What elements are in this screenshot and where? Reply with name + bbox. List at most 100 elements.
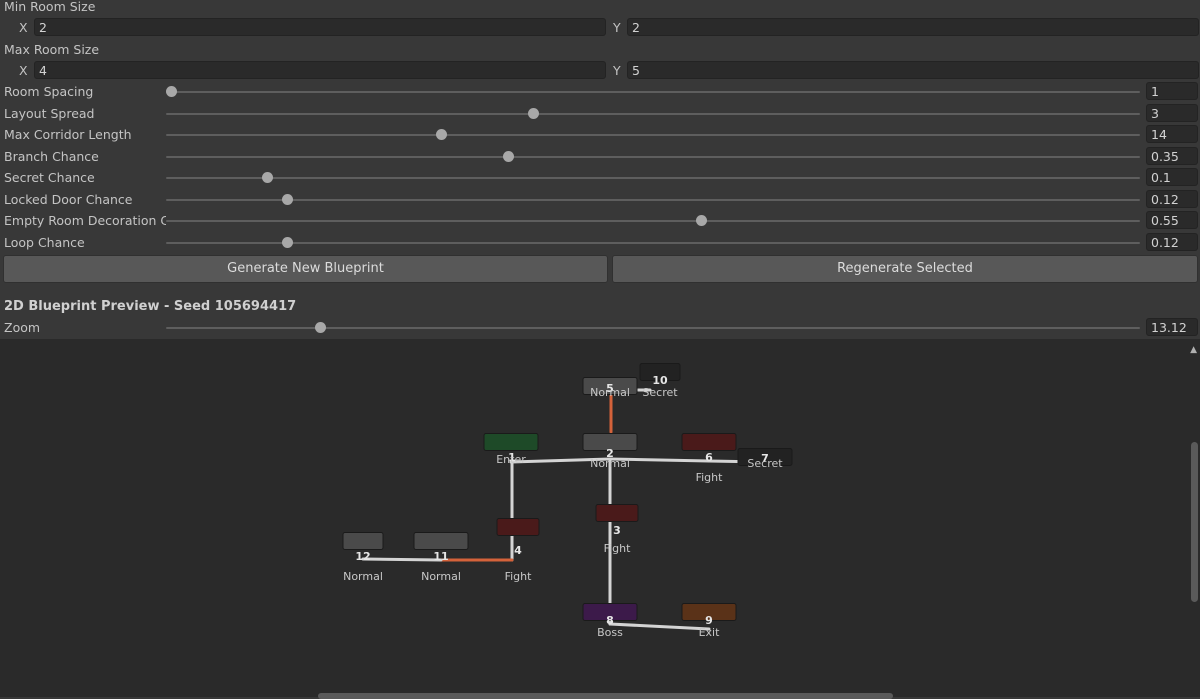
room-type-label: Normal: [421, 570, 461, 583]
preview-horizontal-scroll-thumb[interactable]: [318, 693, 893, 699]
room-number: 3: [613, 524, 621, 537]
corridor: [361, 557, 443, 562]
max-y-field[interactable]: 5: [627, 61, 1199, 79]
zoom-slider-track[interactable]: [166, 327, 1140, 329]
min-room-size-header: Min Room Size: [0, 0, 1200, 17]
slider-knob[interactable]: [262, 172, 274, 183]
blueprint-graph: 1Enter 2Normal3Fight4Fight5Normal6Fight7S…: [342, 363, 793, 640]
slider-knob[interactable]: [503, 151, 515, 162]
room-node-9[interactable]: 9Exit: [681, 603, 737, 640]
room-node-2[interactable]: 2Normal: [582, 433, 638, 471]
slider-track[interactable]: [166, 113, 1140, 115]
blueprint-preview-canvas[interactable]: 1 Enter 2 Normal 3 Fight 4 Fight 5 Normal 6 Fight 7 S…: [0, 339, 1200, 697]
slider-knob[interactable]: [281, 194, 293, 205]
slider-value-field[interactable]: 1: [1146, 82, 1198, 100]
slider-value-field[interactable]: 0.1: [1146, 168, 1198, 186]
room-node-6[interactable]: 6 Fight: [681, 433, 737, 485]
slider-label: Room Spacing: [4, 84, 94, 99]
slider-track[interactable]: [166, 242, 1140, 244]
room-box[interactable]: [496, 518, 540, 536]
slider-label: Layout Spread: [4, 106, 95, 121]
room-node-7[interactable]: 7Secret: [737, 448, 793, 471]
corridor: [608, 622, 711, 631]
room-number: 4: [514, 544, 522, 557]
max-x-field[interactable]: 4: [34, 61, 606, 79]
room-box[interactable]: [595, 504, 639, 522]
min-x-field[interactable]: 2: [34, 18, 606, 36]
slider-row: Empty Room Decoration Ch 0.55: [0, 211, 1200, 231]
slider-track[interactable]: [166, 91, 1140, 93]
room-layer: 1Enter 2Normal3Fight4Fight5Normal6Fight7S…: [342, 363, 793, 640]
slider-label: Secret Chance: [4, 170, 95, 185]
preview-title: 2D Blueprint Preview - Seed 105694417: [4, 299, 297, 314]
slider-row: Loop Chance 0.12: [0, 233, 1200, 253]
max-room-size-row: X 4 Y 5: [0, 61, 1200, 81]
corridor-layer: [361, 388, 767, 631]
max-x-axis-label: X: [19, 63, 28, 78]
max-y-axis-label: Y: [613, 63, 621, 78]
slider-label: Branch Chance: [4, 149, 99, 164]
min-y-axis-label: Y: [613, 20, 621, 35]
min-x-axis-label: X: [19, 20, 28, 35]
room-node-3[interactable]: 3 Fight: [595, 504, 639, 556]
slider-label: Loop Chance: [4, 235, 85, 250]
room-node-10[interactable]: 10Secret: [639, 363, 681, 400]
generate-new-blueprint-button[interactable]: Generate New Blueprint: [3, 255, 608, 283]
room-type-label: Normal: [590, 386, 630, 399]
room-type-label: Normal: [343, 570, 383, 583]
slider-row: Layout Spread 3: [0, 104, 1200, 124]
room-type-label: Normal: [590, 457, 630, 470]
preview-vertical-scroll-thumb[interactable]: [1191, 442, 1198, 602]
room-type-label: Fight: [505, 570, 533, 583]
scroll-up-arrow-icon[interactable]: ▲: [1190, 345, 1197, 355]
slider-label: Empty Room Decoration Ch: [4, 213, 166, 228]
slider-row: Locked Door Chance 0.12: [0, 190, 1200, 210]
zoom-value-field[interactable]: 13.12: [1146, 318, 1198, 336]
max-room-size-header: Max Room Size: [0, 40, 1200, 60]
slider-row: Room Spacing 1: [0, 82, 1200, 102]
slider-knob[interactable]: [281, 237, 293, 248]
zoom-slider-knob[interactable]: [315, 322, 327, 333]
room-box[interactable]: [681, 433, 737, 451]
regenerate-selected-button[interactable]: Regenerate Selected: [612, 255, 1198, 283]
slider-row: Secret Chance 0.1: [0, 168, 1200, 188]
room-node-4[interactable]: 4 Fight: [496, 518, 540, 584]
max-room-size-label: Max Room Size: [4, 42, 100, 57]
room-type-label: Enter: [496, 453, 526, 466]
slider-value-field[interactable]: 0.12: [1146, 233, 1198, 251]
slider-value-field[interactable]: 14: [1146, 125, 1198, 143]
slider-label: Locked Door Chance: [4, 192, 133, 207]
slider-track[interactable]: [166, 156, 1140, 158]
room-type-label: Secret: [642, 386, 678, 399]
slider-knob[interactable]: [166, 86, 177, 97]
slider-value-field[interactable]: 0.12: [1146, 190, 1198, 208]
slider-knob[interactable]: [696, 215, 708, 226]
slider-knob[interactable]: [527, 108, 539, 119]
slider-track[interactable]: [166, 220, 1140, 222]
room-type-label: Boss: [597, 626, 623, 639]
slider-value-field[interactable]: 3: [1146, 104, 1198, 122]
room-box[interactable]: [483, 433, 539, 451]
slider-row: Branch Chance 0.35: [0, 147, 1200, 167]
slider-value-field[interactable]: 0.35: [1146, 147, 1198, 165]
room-node-11[interactable]: 11 Normal: [413, 532, 469, 584]
room-box[interactable]: [413, 532, 469, 550]
room-number: 12: [355, 550, 370, 563]
room-node-5[interactable]: 5Normal: [582, 377, 638, 400]
room-type-label: Fight: [696, 471, 724, 484]
slider-label: Max Corridor Length: [4, 127, 132, 142]
room-type-label: Exit: [699, 626, 721, 639]
room-node-8[interactable]: 8Boss: [582, 603, 638, 640]
min-room-size-row: X 2 Y 2: [0, 18, 1200, 38]
room-type-label: Secret: [747, 457, 783, 470]
room-box[interactable]: [342, 532, 384, 550]
slider-value-field[interactable]: 0.55: [1146, 211, 1198, 229]
slider-row: Max Corridor Length 14: [0, 125, 1200, 145]
slider-track[interactable]: [166, 199, 1140, 201]
room-number: 6: [705, 451, 713, 464]
slider-track[interactable]: [166, 134, 1140, 136]
min-y-field[interactable]: 2: [627, 18, 1199, 36]
slider-track[interactable]: [166, 177, 1140, 179]
slider-knob[interactable]: [435, 129, 447, 140]
room-number: 11: [433, 550, 448, 563]
